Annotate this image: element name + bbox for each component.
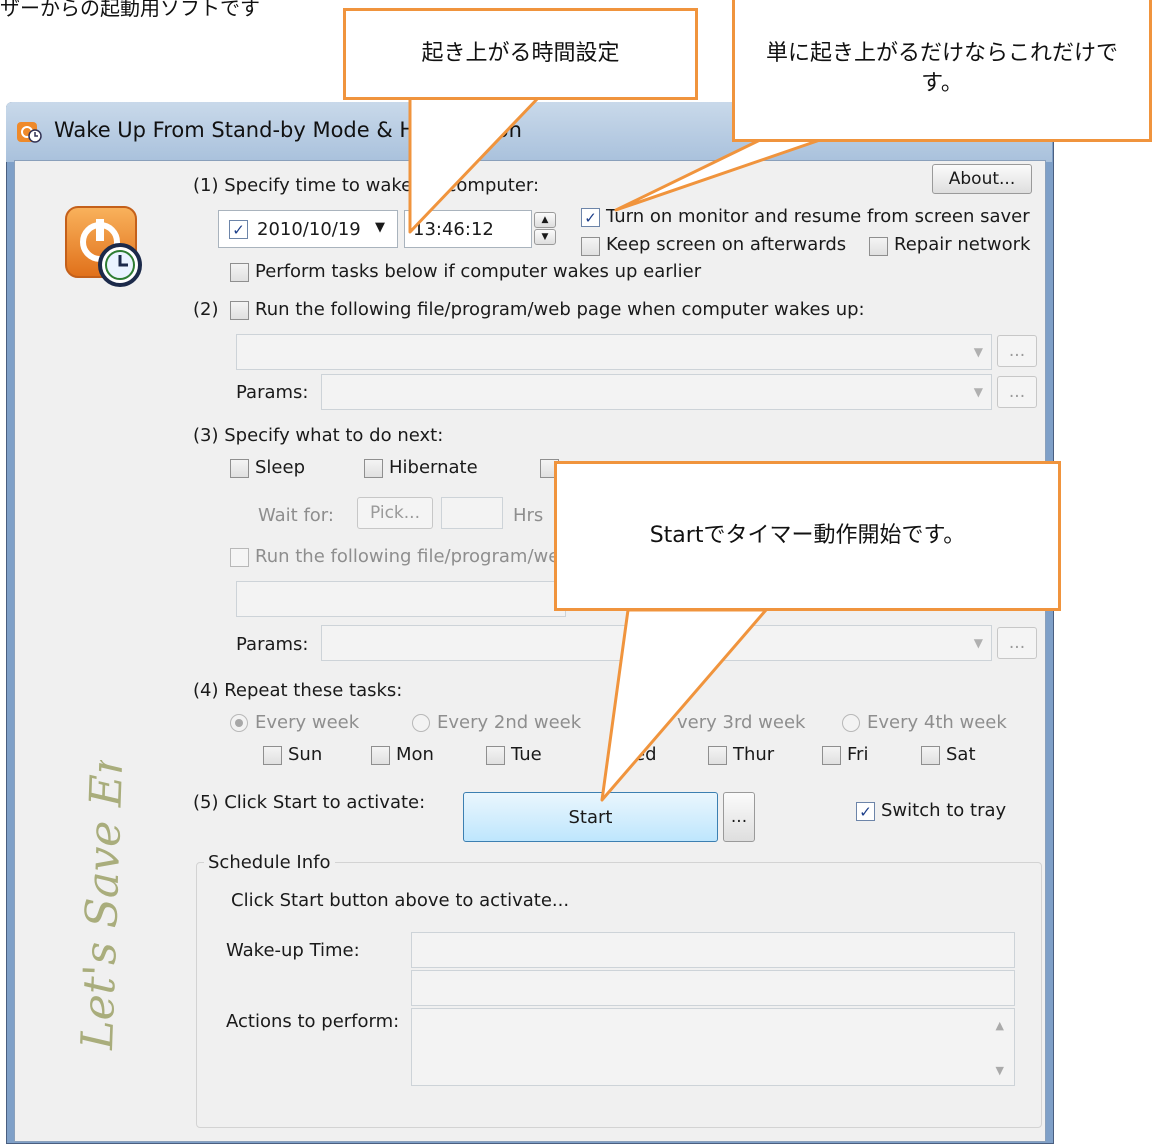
params-browse-button[interactable]: ... xyxy=(997,376,1037,408)
slogan-graphic: Let's Save Energy! xyxy=(72,760,138,1051)
time-value: 13:46:12 xyxy=(413,219,494,240)
perform-tasks-checkbox[interactable] xyxy=(230,263,249,282)
chevron-down-icon[interactable]: ▼ xyxy=(375,220,385,235)
chevron-down-icon: ▼ xyxy=(973,385,983,399)
keep-screen-label: Keep screen on afterwards xyxy=(606,234,847,255)
day-label: Tue xyxy=(511,744,542,765)
wake-time-label: Wake-up Time: xyxy=(226,940,360,961)
repeat-option-label: Every 2nd week xyxy=(437,712,582,733)
window-title: Wake Up From Stand-by Mode & Hibernation xyxy=(54,118,522,142)
keep-screen-checkbox[interactable] xyxy=(581,237,600,256)
sleep-checkbox[interactable] xyxy=(230,459,249,478)
actions-textarea[interactable]: ▲ ▼ xyxy=(411,1008,1015,1086)
time-down-icon[interactable]: ▼ xyxy=(534,229,556,245)
params-combobox[interactable]: ▼ xyxy=(321,374,992,410)
wake-time-field[interactable] xyxy=(411,932,1015,968)
run-file-browse-button[interactable]: ... xyxy=(997,335,1037,367)
repeat-every-2nd-week-radio[interactable] xyxy=(412,714,430,732)
monitor-on-label: Turn on monitor and resume from screen s… xyxy=(606,206,1030,227)
section2-number: (2) xyxy=(193,299,219,320)
date-picker[interactable]: ✓ 2010/10/19 ▼ xyxy=(218,210,398,248)
start-options-button[interactable]: ... xyxy=(723,792,755,842)
date-enabled-checkbox[interactable]: ✓ xyxy=(229,220,248,239)
next-params-label: Params: xyxy=(236,634,309,655)
run-next-file-checkbox[interactable] xyxy=(230,548,249,567)
day-checkbox-thur[interactable] xyxy=(708,746,727,765)
callout-time-setting: 起き上がる時間設定 xyxy=(343,8,698,100)
section3-heading: (3) Specify what to do next: xyxy=(193,425,444,446)
chevron-down-icon: ▼ xyxy=(973,345,983,359)
sleep-label: Sleep xyxy=(255,457,306,478)
pick-button[interactable]: Pick... xyxy=(357,497,433,529)
section5-heading: (5) Click Start to activate: xyxy=(193,792,426,813)
day-label: Mon xyxy=(396,744,434,765)
wait-for-label: Wait for: xyxy=(258,505,334,526)
repair-network-label: Repair network xyxy=(894,234,1031,255)
time-input[interactable]: 13:46:12 xyxy=(404,210,532,248)
schedule-status-text: Click Start button above to activate... xyxy=(231,890,570,911)
hours-input[interactable] xyxy=(441,497,503,529)
repair-network-checkbox[interactable] xyxy=(869,237,888,256)
about-button[interactable]: About... xyxy=(932,164,1032,194)
hibernate-checkbox[interactable] xyxy=(364,459,383,478)
schedule-info-title: Schedule Info xyxy=(204,852,335,873)
hibernate-label: Hibernate xyxy=(389,457,478,478)
hrs-label: Hrs xyxy=(513,505,544,526)
page-heading: ザーからの起動用ソフトです xyxy=(0,0,260,20)
day-checkbox-tue[interactable] xyxy=(486,746,505,765)
run-file-combobox[interactable]: ▼ xyxy=(236,334,992,370)
start-button[interactable]: Start xyxy=(463,792,718,842)
run-file-label: Run the following file/program/web page … xyxy=(255,299,865,320)
next-params-combobox[interactable]: ▼ xyxy=(321,625,992,661)
switch-to-tray-label: Switch to tray xyxy=(881,800,1007,821)
repeat-option-label: very 3rd week xyxy=(677,712,806,733)
day-checkbox-mon[interactable] xyxy=(371,746,390,765)
repeat-every-4th-week-radio[interactable] xyxy=(842,714,860,732)
repeat-option-label: Every week xyxy=(255,712,360,733)
run-file-checkbox[interactable] xyxy=(230,301,249,320)
day-checkbox-fri[interactable] xyxy=(822,746,841,765)
power-clock-logo-icon xyxy=(65,206,142,287)
next-params-browse-button[interactable]: ... xyxy=(997,627,1037,659)
day-label: Thur xyxy=(733,744,775,765)
switch-to-tray-checkbox[interactable]: ✓ xyxy=(856,802,875,821)
scroll-down-icon[interactable]: ▼ xyxy=(996,1064,1004,1077)
callout-wake-only: 単に起き上がるだけならこれだけです。 xyxy=(732,0,1152,142)
day-checkbox-sun[interactable] xyxy=(263,746,282,765)
run-next-file-label: Run the following file/program/we xyxy=(255,546,560,567)
run-next-file-combobox[interactable] xyxy=(236,581,566,617)
repeat-option-label: Every 4th week xyxy=(867,712,1007,733)
date-value: 2010/10/19 xyxy=(257,219,361,240)
wake-time-detail-field[interactable] xyxy=(411,970,1015,1006)
section4-heading: (4) Repeat these tasks: xyxy=(193,680,403,701)
repeat-every-week-radio[interactable] xyxy=(230,714,248,732)
actions-label: Actions to perform: xyxy=(226,1011,400,1032)
params-label: Params: xyxy=(236,382,309,403)
scroll-up-icon[interactable]: ▲ xyxy=(996,1019,1004,1032)
svg-text:Let's Save Energy!: Let's Save Energy! xyxy=(72,760,138,1051)
day-label: ed xyxy=(634,744,657,765)
app-title-icon xyxy=(17,122,42,143)
callout-start-timer: Startでタイマー動作開始です。 xyxy=(554,461,1061,611)
day-label: Sat xyxy=(946,744,976,765)
day-label: Fri xyxy=(847,744,869,765)
time-up-icon[interactable]: ▲ xyxy=(534,212,556,228)
chevron-down-icon: ▼ xyxy=(973,636,983,650)
day-label: Sun xyxy=(288,744,323,765)
monitor-on-checkbox[interactable]: ✓ xyxy=(581,208,600,227)
day-checkbox-sat[interactable] xyxy=(921,746,940,765)
section1-heading: (1) Specify time to wake up computer: xyxy=(193,175,540,196)
perform-tasks-label: Perform tasks below if computer wakes up… xyxy=(255,261,702,282)
